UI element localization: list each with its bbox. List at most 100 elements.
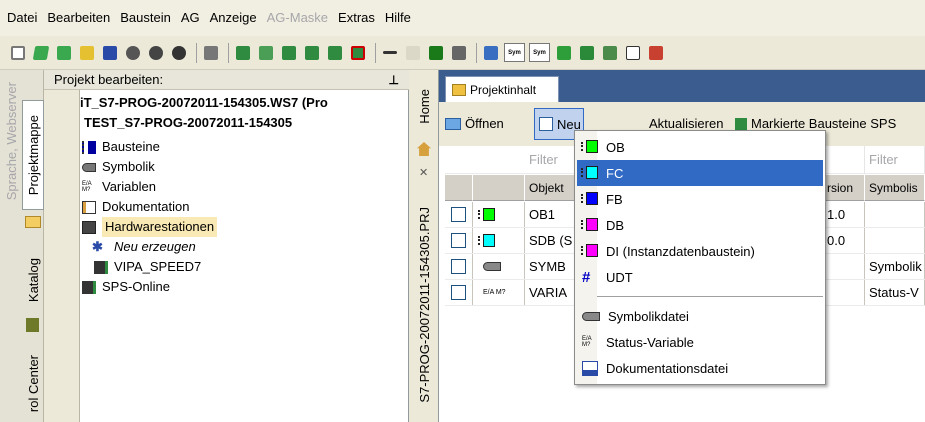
tree-sps-online[interactable]: SPS-Online bbox=[82, 277, 170, 297]
menu-item-db[interactable]: DB bbox=[577, 212, 823, 238]
tree-variablen[interactable]: E/A M? Variablen bbox=[82, 177, 156, 197]
menu-item-udt[interactable]: # UDT bbox=[577, 264, 823, 290]
grid-icon[interactable] bbox=[449, 43, 468, 62]
tree-workspace[interactable]: iT_S7-PROG-20072011-154305.WS7 (Pro bbox=[80, 93, 328, 113]
menu-anzeige[interactable]: Anzeige bbox=[205, 0, 262, 36]
menu-datei[interactable]: Datei bbox=[2, 0, 42, 36]
close-icon[interactable]: ✕ bbox=[419, 166, 428, 179]
tree-symbolik[interactable]: Symbolik bbox=[82, 157, 155, 177]
status-variable-icon: E/A M? bbox=[582, 336, 592, 348]
marked-blocks-icon bbox=[735, 117, 747, 130]
menu-item-fb[interactable]: FB bbox=[577, 186, 823, 212]
tab-project-file[interactable]: S7-PROG-20072011-154305.PRJ bbox=[413, 188, 435, 422]
menu-ag[interactable]: AG bbox=[176, 0, 205, 36]
col-version-label: rsion bbox=[827, 180, 854, 195]
close-x-icon[interactable] bbox=[426, 43, 445, 62]
col-check[interactable] bbox=[445, 175, 473, 201]
print-icon[interactable] bbox=[201, 43, 220, 62]
menu-item-fc[interactable]: FC bbox=[577, 160, 823, 186]
tree-bausteine[interactable]: Bausteine bbox=[82, 137, 160, 157]
variable-icon: E/A M? bbox=[82, 180, 92, 193]
menu-ag-maske: AG-Maske bbox=[266, 10, 329, 25]
col-symbolik[interactable]: Symbolis bbox=[865, 175, 925, 201]
filter-symbolik[interactable]: Filter bbox=[865, 146, 925, 173]
tab-projektmappe[interactable]: Projektmappe bbox=[22, 100, 44, 210]
edit-icon[interactable] bbox=[481, 43, 500, 62]
marked-blocks-label: Markierte Bausteine SPS bbox=[751, 116, 897, 131]
marked-blocks-button[interactable]: Markierte Bausteine SPS bbox=[735, 116, 896, 131]
row-symbolik: Status-V bbox=[865, 280, 925, 305]
grid-icon bbox=[452, 83, 466, 96]
ob-block-icon bbox=[473, 202, 525, 227]
row-version: 1.0 bbox=[823, 202, 865, 227]
insert-icon[interactable] bbox=[233, 43, 252, 62]
menu-item-di[interactable]: DI (Instanzdatenbaustein) bbox=[577, 238, 823, 264]
row-checkbox[interactable] bbox=[445, 254, 473, 279]
refresh-icon[interactable] bbox=[554, 43, 573, 62]
cpu-icon bbox=[94, 260, 108, 274]
tab-katalog[interactable]: Katalog bbox=[22, 240, 44, 320]
delete-block-icon[interactable] bbox=[348, 43, 367, 62]
menu-item-dokumentationsdatei[interactable]: Dokumentationsdatei bbox=[577, 355, 823, 381]
col-version[interactable]: rsion bbox=[823, 175, 865, 201]
col-icon[interactable] bbox=[473, 175, 525, 201]
tree-hardwarestationen-label: Hardwarestationen bbox=[102, 217, 218, 237]
move-up-icon[interactable] bbox=[302, 43, 321, 62]
flag-icon[interactable] bbox=[646, 43, 665, 62]
tab-control-center[interactable]: rol Center bbox=[22, 345, 44, 422]
tree-vipa-speed7[interactable]: VIPA_SPEED7 bbox=[94, 257, 201, 277]
insert2-icon[interactable] bbox=[256, 43, 275, 62]
row-checkbox[interactable] bbox=[445, 280, 473, 305]
tab-home[interactable]: Home bbox=[413, 72, 435, 140]
plus-box-icon[interactable] bbox=[623, 43, 642, 62]
blank-icon[interactable] bbox=[403, 43, 422, 62]
dock-middle-strip: Home ✕ S7-PROG-20072011-154305.PRJ bbox=[409, 70, 439, 422]
row-checkbox[interactable] bbox=[445, 228, 473, 253]
tree-project[interactable]: TEST_S7-PROG-20072011-154305 bbox=[84, 113, 292, 133]
filter-version[interactable] bbox=[823, 146, 865, 173]
tree-icon[interactable] bbox=[77, 43, 96, 62]
row-version bbox=[823, 254, 865, 279]
menu-hilfe[interactable]: Hilfe bbox=[380, 0, 416, 36]
check-icon[interactable] bbox=[600, 43, 619, 62]
find-icon[interactable] bbox=[146, 43, 165, 62]
block-icon bbox=[82, 140, 96, 154]
tree-dokumentation[interactable]: Dokumentation bbox=[82, 197, 189, 217]
sdb-block-icon bbox=[473, 228, 525, 253]
ob-icon bbox=[580, 140, 600, 154]
find-next-icon[interactable] bbox=[169, 43, 188, 62]
symbol-icon[interactable]: Sym bbox=[504, 43, 525, 62]
minus-icon[interactable] bbox=[380, 43, 399, 62]
pushpin-icon[interactable]: ⊥ bbox=[389, 70, 399, 90]
filter-label: Filter bbox=[529, 152, 558, 167]
new-project-icon[interactable] bbox=[8, 43, 27, 62]
menu-separator bbox=[597, 296, 823, 297]
menu-item-symbolikdatei[interactable]: Symbolikdatei bbox=[577, 303, 823, 329]
tab-projektinhalt[interactable]: Projektinhalt bbox=[445, 76, 559, 102]
variable-icon: E/A M? bbox=[473, 280, 525, 305]
row-symbolik bbox=[865, 202, 925, 227]
menu-extras[interactable]: Extras bbox=[333, 0, 380, 36]
menu-item-status-variable[interactable]: E/A M? Status-Variable bbox=[577, 329, 823, 355]
tree-neu-erzeugen[interactable]: ✱ Neu erzeugen bbox=[92, 237, 196, 257]
row-symbolik: Symbolik bbox=[865, 254, 925, 279]
di-icon bbox=[580, 244, 600, 258]
refresh-button[interactable]: Aktualisieren bbox=[649, 116, 723, 131]
menu-bearbeiten[interactable]: Bearbeiten bbox=[42, 0, 115, 36]
arrange-icon[interactable] bbox=[31, 43, 50, 62]
move-down-icon[interactable] bbox=[325, 43, 344, 62]
move-left-icon[interactable] bbox=[279, 43, 298, 62]
save-icon[interactable] bbox=[100, 43, 119, 62]
tree-hardwarestationen[interactable]: Hardwarestationen bbox=[82, 217, 218, 237]
menu-item-ob[interactable]: OB bbox=[577, 134, 823, 160]
download-icon[interactable] bbox=[577, 43, 596, 62]
search-icon[interactable] bbox=[123, 43, 142, 62]
arrange2-icon[interactable] bbox=[54, 43, 73, 62]
menu-baustein[interactable]: Baustein bbox=[115, 0, 176, 36]
word-document-icon bbox=[582, 360, 598, 376]
col-symbolik-label: Symbolis bbox=[869, 180, 918, 195]
open-button[interactable]: Öffnen bbox=[445, 116, 504, 131]
tab-sprache-webserver[interactable]: Sprache, Webserver bbox=[0, 74, 22, 209]
row-checkbox[interactable] bbox=[445, 202, 473, 227]
symbol2-icon[interactable]: Sym bbox=[529, 43, 550, 62]
